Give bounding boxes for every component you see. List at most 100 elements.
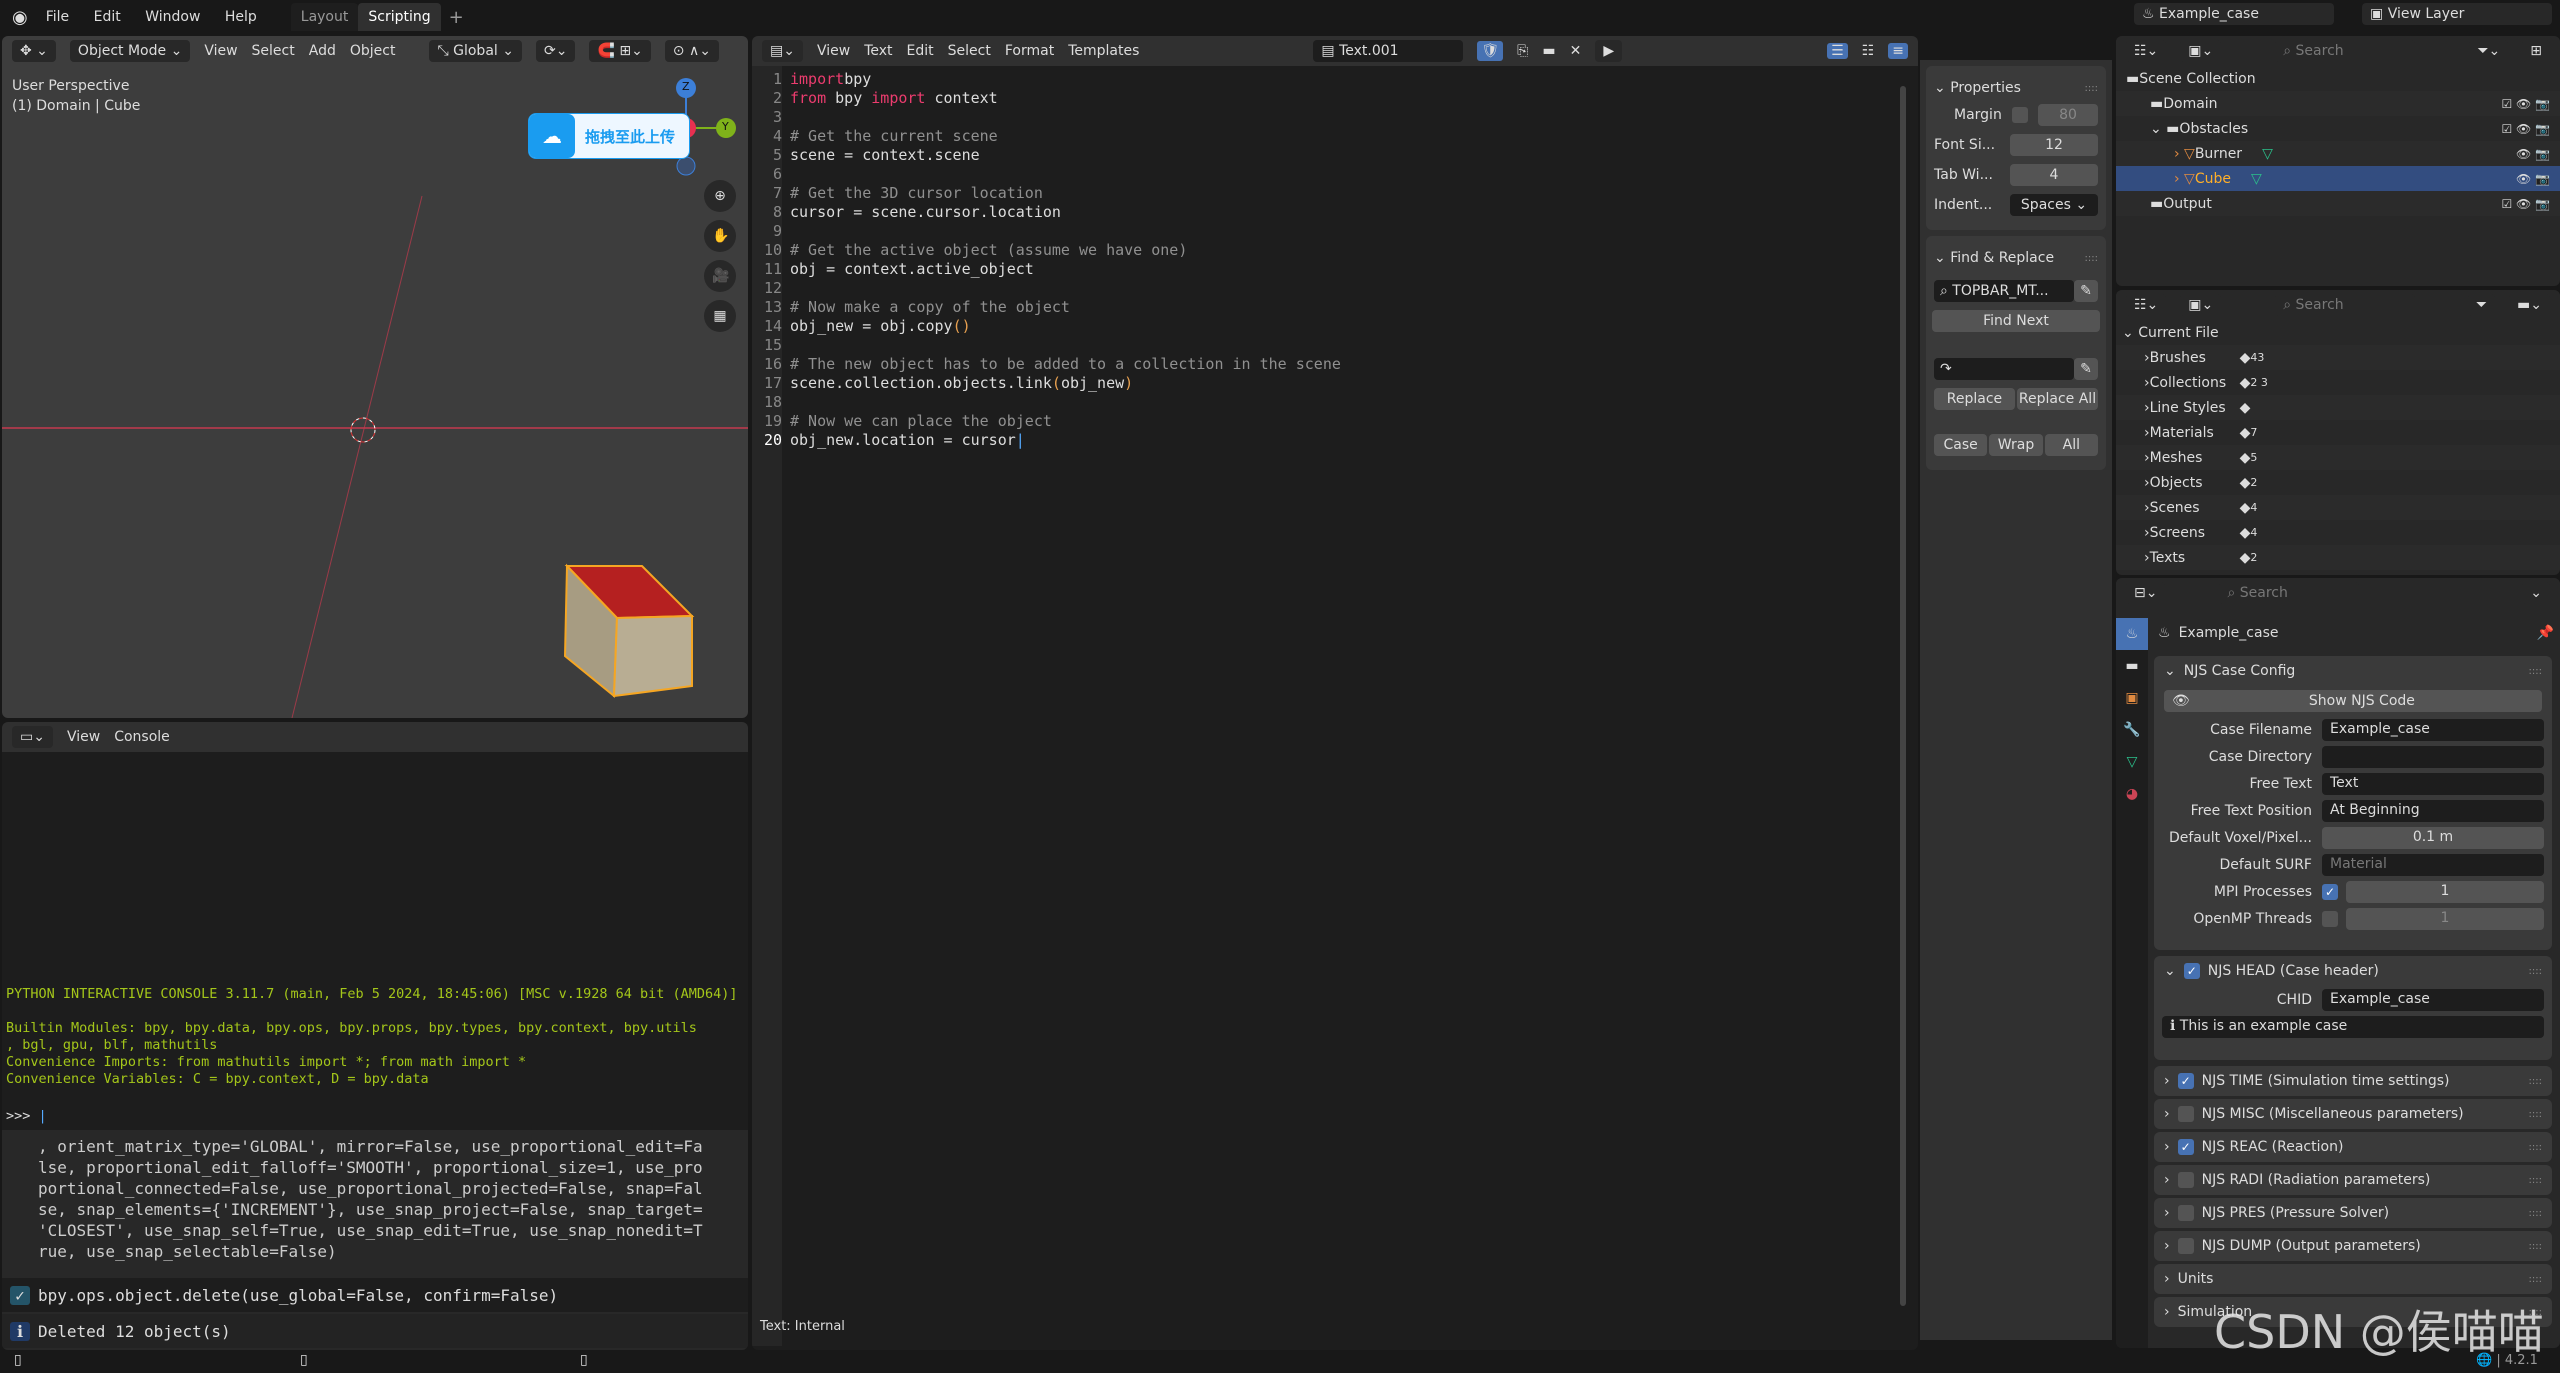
drag-grip-icon[interactable]: ::::: [2529, 1142, 2542, 1153]
visibility-toggles[interactable]: ☑ 👁 📷: [2501, 197, 2550, 211]
code-line[interactable]: [790, 279, 1341, 298]
panel-header[interactable]: › NJS RADI (Radiation parameters)::::: [2154, 1165, 2552, 1195]
panel-header[interactable]: › Units::::: [2154, 1264, 2552, 1294]
code-line[interactable]: # Now make a copy of the object: [790, 298, 1341, 317]
properties-editor[interactable]: ⊟⌄ ⌕ Search ⌄ ♨ ▬ ▣ 🔧 ▽ ◕ ♨ Example_case 📌…: [2116, 578, 2560, 1348]
text-menu-view[interactable]: View: [817, 43, 850, 59]
blend-file-item[interactable]: › Collections ◆ 2 3: [2116, 370, 2560, 395]
panel-checkbox[interactable]: ✓: [2177, 1073, 2194, 1089]
njs-case-config-header[interactable]: ⌄ NJS Case Config::::: [2154, 656, 2552, 686]
panel-checkbox[interactable]: [2177, 1205, 2194, 1221]
display-mode-icon[interactable]: ☷⌄: [2126, 294, 2167, 316]
code-scrollbar[interactable]: [1900, 86, 1906, 1306]
material-tab-icon[interactable]: ◕: [2116, 778, 2148, 810]
blend-file-search-input[interactable]: ⌕ Search: [2275, 294, 2416, 316]
panel-checkbox[interactable]: [2177, 1106, 2194, 1122]
replace-all-button[interactable]: Replace All: [2017, 388, 2098, 410]
syntax-highlight-toggle-icon[interactable]: ≡: [1888, 43, 1908, 59]
upload-overlay[interactable]: ☁ 拖拽至此上传: [528, 113, 690, 159]
eyedropper-icon[interactable]: ✎: [2074, 280, 2098, 302]
modifier-wrench-icon[interactable]: 🔧: [2116, 714, 2148, 746]
code-line[interactable]: obj_new.location = cursor|: [790, 431, 1341, 450]
collapsed-panel[interactable]: › NJS DUMP (Output parameters)::::: [2154, 1231, 2552, 1261]
code-line[interactable]: importbpy: [790, 70, 1341, 89]
text-menu-format[interactable]: Format: [1005, 43, 1054, 59]
drag-grip-icon[interactable]: ::::: [2529, 1109, 2542, 1120]
panel-header[interactable]: › ✓ NJS REAC (Reaction)::::: [2154, 1132, 2552, 1162]
object-tab-icon[interactable]: ▣: [2116, 682, 2148, 714]
njs-head-header[interactable]: ⌄ ✓ NJS HEAD (Case header)::::: [2154, 956, 2552, 986]
field-value[interactable]: [2322, 745, 2544, 768]
collapsed-panel[interactable]: › ✓ NJS REAC (Reaction)::::: [2154, 1132, 2552, 1162]
new-collection-icon[interactable]: ⊞: [2522, 40, 2550, 62]
run-script-button[interactable]: ▶: [1595, 40, 1623, 62]
pan-hand-icon[interactable]: ✋: [704, 220, 736, 252]
properties-options-dropdown[interactable]: ⌄: [2522, 582, 2550, 604]
collapsed-panel[interactable]: › ✓ NJS TIME (Simulation time settings):::…: [2154, 1066, 2552, 1096]
outliner-item[interactable]: ▬ Domain ☑ 👁 📷: [2116, 91, 2560, 116]
text-menu-select[interactable]: Select: [948, 43, 991, 59]
font-size-field[interactable]: 12: [2010, 134, 2098, 156]
new-text-icon[interactable]: ⎘: [1517, 43, 1528, 59]
field-checkbox[interactable]: [2322, 910, 2338, 927]
text-editor[interactable]: ▤⌄ View Text Edit Select Format Template…: [752, 36, 1918, 1350]
visibility-toggles[interactable]: ☑ 👁 📷: [2501, 122, 2550, 136]
outliner[interactable]: ☷⌄ ▣⌄ ⌕ Search ⏷⌄ ⊞ ▬ Scene Collection ▬ …: [2116, 36, 2560, 286]
collection-icon[interactable]: ▬⌄: [2509, 294, 2550, 316]
panel-header[interactable]: › ✓ NJS TIME (Simulation time settings):::…: [2154, 1066, 2552, 1096]
code-line[interactable]: cursor = scene.cursor.location: [790, 203, 1341, 222]
view-layer-icon[interactable]: ▣⌄: [2180, 40, 2222, 62]
properties-editor-type-icon[interactable]: ⊟⌄: [2126, 582, 2166, 604]
panel-checkbox[interactable]: [2177, 1172, 2194, 1188]
display-mode-icon[interactable]: ☷⌄: [2126, 40, 2167, 62]
filter-icon[interactable]: ⏷: [2467, 294, 2496, 316]
collapsed-panel[interactable]: › NJS MISC (Miscellaneous parameters)::::: [2154, 1099, 2552, 1129]
scene-selector[interactable]: ♨ Example_case: [2134, 3, 2334, 25]
menu-edit[interactable]: Edit: [94, 9, 121, 25]
scene-tab-icon[interactable]: ♨: [2116, 618, 2148, 650]
code-line[interactable]: [790, 165, 1341, 184]
collapsed-panel[interactable]: › Units::::: [2154, 1264, 2552, 1294]
operator-report[interactable]: ✓ bpy.ops.object.delete(use_global=False,…: [2, 1278, 748, 1312]
console-editor-type-icon[interactable]: ▭⌄: [12, 726, 53, 748]
margin-checkbox[interactable]: [2011, 107, 2028, 123]
code-line[interactable]: obj = context.active_object: [790, 260, 1341, 279]
unlink-text-icon[interactable]: ✕: [1570, 43, 1582, 59]
add-workspace-button[interactable]: +: [449, 7, 464, 28]
console-menu-console[interactable]: Console: [114, 729, 170, 745]
zoom-icon[interactable]: ⊕: [704, 180, 736, 212]
blend-file-item[interactable]: › Scenes ◆ 4: [2116, 495, 2560, 520]
drag-grip-icon[interactable]: ::::: [2529, 1076, 2542, 1087]
view-layer-selector[interactable]: ▣ View Layer: [2362, 3, 2552, 25]
grid-perspective-icon[interactable]: ▦: [704, 300, 736, 332]
outliner-search-input[interactable]: ⌕ Search: [2275, 40, 2416, 62]
drag-grip-icon[interactable]: ::::: [2529, 1241, 2542, 1252]
visibility-toggles[interactable]: ☑ 👁 📷: [2501, 97, 2550, 111]
visibility-toggles[interactable]: 👁 📷: [2516, 147, 2550, 161]
pin-icon[interactable]: 📌: [2537, 625, 2554, 641]
wrap-toggle[interactable]: Wrap: [1989, 434, 2043, 456]
python-console[interactable]: ▭⌄ View Console PYTHON INTERACTIVE CONSO…: [2, 722, 748, 1350]
tab-width-field[interactable]: 4: [2010, 164, 2098, 186]
code-line[interactable]: scene = context.scene: [790, 146, 1341, 165]
drag-grip-icon[interactable]: ::::: [2529, 1175, 2542, 1186]
fake-user-shield-icon[interactable]: 🛡: [1477, 41, 1504, 61]
replace-button[interactable]: Replace: [1934, 388, 2015, 410]
blend-file-icon[interactable]: ▣⌄: [2180, 294, 2222, 316]
blend-file-item[interactable]: › Screens ◆ 4: [2116, 520, 2560, 545]
blender-file-outliner[interactable]: ☷⌄ ▣⌄ ⌕ Search ⏷ ▬⌄ ⌄ Current File › Bru…: [2116, 290, 2560, 575]
show-njs-code-button[interactable]: 👁 Show NJS Code: [2164, 690, 2542, 712]
njs-head-checkbox[interactable]: ✓: [2183, 963, 2200, 979]
properties-panel-header[interactable]: ⌄ Properties::::: [1934, 80, 2098, 96]
field-checkbox[interactable]: ✓: [2322, 883, 2338, 900]
code-line[interactable]: [790, 222, 1341, 241]
code-line[interactable]: [790, 393, 1341, 412]
outliner-item[interactable]: ⌄ ▬ Obstacles ☑ 👁 📷: [2116, 116, 2560, 141]
match-case-toggle[interactable]: Case: [1934, 434, 1988, 456]
field-value[interactable]: 0.1 m: [2322, 826, 2544, 849]
field-value[interactable]: Text: [2322, 772, 2544, 795]
menu-window[interactable]: Window: [145, 9, 200, 25]
mesh-data-icon[interactable]: ▽: [2116, 746, 2148, 778]
code-area[interactable]: importbpy from bpy import context # Get th…: [790, 70, 1341, 450]
field-value[interactable]: Material: [2322, 853, 2544, 876]
